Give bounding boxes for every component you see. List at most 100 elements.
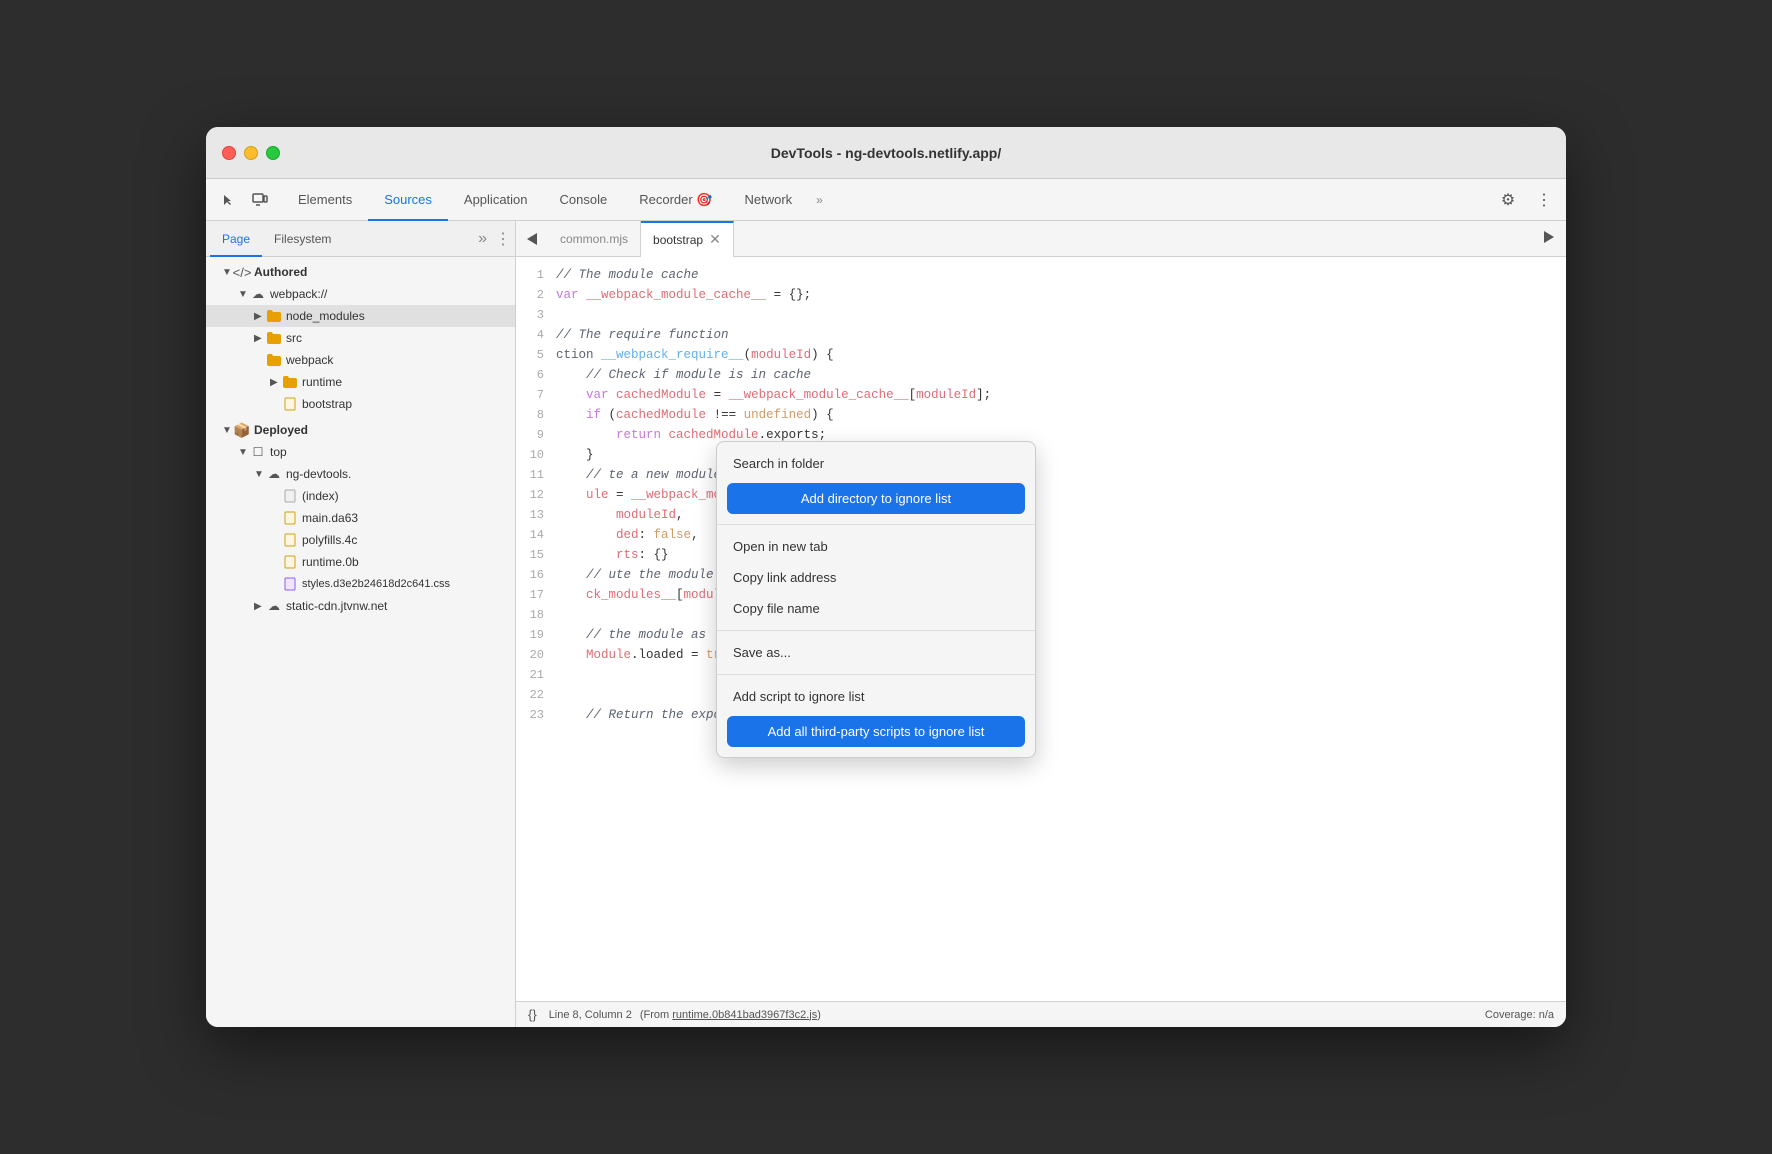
static-cdn-group[interactable]: ▶ ☁ static-cdn.jtvnw.net — [206, 595, 515, 617]
more-options-icon[interactable]: ⋮ — [1530, 186, 1558, 214]
webpack-folder[interactable]: webpack — [206, 349, 515, 371]
runtime-file[interactable]: runtime.0b — [206, 551, 515, 573]
deployed-section[interactable]: ▼ 📦 Deployed — [206, 419, 515, 441]
minimize-button[interactable] — [244, 146, 258, 160]
src-folder[interactable]: ▶ src — [206, 327, 515, 349]
styles-file[interactable]: styles.d3e2b24618d2c641.css — [206, 573, 515, 595]
search-in-folder-item[interactable]: Search in folder — [717, 448, 1035, 479]
sidebar-tab-filesystem[interactable]: Filesystem — [262, 221, 343, 257]
coverage-text: Coverage: n/a — [1485, 1009, 1554, 1021]
main-tabs: Elements Sources Application Console Rec… — [282, 179, 1494, 221]
code-line-4: 4 // The require function — [516, 325, 1566, 345]
maximize-button[interactable] — [266, 146, 280, 160]
src-arrow: ▶ — [254, 333, 266, 344]
close-tab-icon[interactable]: ✕ — [709, 231, 721, 248]
tab-network[interactable]: Network — [728, 179, 808, 221]
status-bar: {} Line 8, Column 2 (From runtime.0b841b… — [516, 1001, 1566, 1027]
open-new-tab-item[interactable]: Open in new tab — [717, 531, 1035, 562]
ctx-section-4: Add script to ignore list Add all third-… — [717, 675, 1035, 757]
top-group[interactable]: ▼ ☐ top — [206, 441, 515, 463]
code-line-21: 21 — [516, 665, 1566, 685]
ctx-section-2: Open in new tab Copy link address Copy f… — [717, 525, 1035, 631]
tab-recorder[interactable]: Recorder 🎯 — [623, 179, 728, 221]
code-line-1: 1 // The module cache — [516, 265, 1566, 285]
webpack-folder-icon — [266, 352, 282, 368]
common-mjs-tab[interactable]: common.mjs — [548, 221, 641, 257]
main-file[interactable]: main.da63 — [206, 507, 515, 529]
cursor-position: Line 8, Column 2 — [549, 1009, 632, 1021]
settings-icon[interactable]: ⚙ — [1494, 186, 1522, 214]
polyfills-file[interactable]: polyfills.4c — [206, 529, 515, 551]
polyfills-file-icon — [282, 532, 298, 548]
sidebar: Page Filesystem » ⋮ ▼ </> Authored ▼ — [206, 221, 516, 1027]
back-button[interactable] — [520, 227, 544, 251]
sidebar-tabs-more-icon[interactable]: » — [474, 230, 491, 248]
ng-devtools-group[interactable]: ▼ ☁ ng-devtools. — [206, 463, 515, 485]
context-menu: Search in folder Add directory to ignore… — [716, 441, 1036, 758]
device-icon[interactable] — [246, 186, 274, 214]
webpack-group[interactable]: ▼ ☁ webpack:// — [206, 283, 515, 305]
sidebar-more-icon[interactable]: ⋮ — [495, 229, 511, 249]
code-line-18: 18 — [516, 605, 1566, 625]
webpack-arrow: ▼ — [238, 289, 250, 300]
add-directory-ignore-button[interactable]: Add directory to ignore list — [727, 483, 1025, 514]
source-file-link[interactable]: runtime.0b841bad3967f3c2.js — [672, 1009, 817, 1021]
ctx-section-1: Search in folder Add directory to ignore… — [717, 442, 1035, 525]
webpack-cloud-icon: ☁ — [250, 286, 266, 302]
toolbar: Elements Sources Application Console Rec… — [206, 179, 1566, 221]
tab-console[interactable]: Console — [544, 179, 624, 221]
copy-link-address-item[interactable]: Copy link address — [717, 562, 1035, 593]
sidebar-tabs: Page Filesystem » ⋮ — [206, 221, 515, 257]
more-tabs-icon[interactable]: » — [808, 193, 831, 207]
main-area: Page Filesystem » ⋮ ▼ </> Authored ▼ — [206, 221, 1566, 1027]
node-modules-folder[interactable]: ▶ node_modules — [206, 305, 515, 327]
tab-elements[interactable]: Elements — [282, 179, 368, 221]
code-line-23: 23 // Return the exports of the module — [516, 705, 1566, 725]
authored-code-icon: </> — [234, 264, 250, 280]
ng-devtools-arrow: ▼ — [254, 469, 266, 480]
static-cdn-cloud-icon: ☁ — [266, 598, 282, 614]
toolbar-icons — [214, 186, 274, 214]
tab-sources[interactable]: Sources — [368, 179, 448, 221]
bootstrap-file[interactable]: bootstrap — [206, 393, 515, 415]
code-line-5: 5 ction __webpack_require__(moduleId) { — [516, 345, 1566, 365]
ctx-section-3: Save as... — [717, 631, 1035, 675]
runtime-file-icon — [282, 554, 298, 570]
top-arrow: ▼ — [238, 447, 250, 458]
add-script-ignore-item[interactable]: Add script to ignore list — [717, 681, 1035, 712]
code-line-22: 22 — [516, 685, 1566, 705]
node-modules-folder-icon — [266, 308, 282, 324]
sidebar-tab-page[interactable]: Page — [210, 221, 262, 257]
code-line-9: 9 return cachedModule.exports; — [516, 425, 1566, 445]
devtools-window: DevTools - ng-devtools.netlify.app/ Elem… — [206, 127, 1566, 1027]
editor-tabs: common.mjs bootstrap ✕ — [516, 221, 1566, 257]
runtime-folder[interactable]: ▶ runtime — [206, 371, 515, 393]
authored-section[interactable]: ▼ </> Authored — [206, 261, 515, 283]
bootstrap-tab[interactable]: bootstrap ✕ — [641, 221, 734, 257]
close-button[interactable] — [222, 146, 236, 160]
cursor-icon[interactable] — [214, 186, 242, 214]
copy-file-name-item[interactable]: Copy file name — [717, 593, 1035, 624]
editor-tab-right-icon[interactable] — [1536, 230, 1562, 248]
bootstrap-file-icon — [282, 396, 298, 412]
main-file-icon — [282, 510, 298, 526]
traffic-lights — [222, 146, 280, 160]
code-line-8: 8 if (cachedModule !== undefined) { — [516, 405, 1566, 425]
code-line-6: 6 // Check if module is in cache — [516, 365, 1566, 385]
format-icon[interactable]: {} — [528, 1007, 537, 1022]
index-file[interactable]: (index) — [206, 485, 515, 507]
toolbar-right: ⚙ ⋮ — [1494, 186, 1558, 214]
static-cdn-arrow: ▶ — [254, 601, 266, 612]
source-file: (From runtime.0b841bad3967f3c2.js) — [640, 1009, 821, 1021]
code-line-12: 12 ule = __webpack_module_cache__[module… — [516, 485, 1566, 505]
tab-application[interactable]: Application — [448, 179, 544, 221]
top-frame-icon: ☐ — [250, 444, 266, 460]
runtime-arrow: ▶ — [270, 377, 282, 388]
add-all-third-party-button[interactable]: Add all third-party scripts to ignore li… — [727, 716, 1025, 747]
save-as-item[interactable]: Save as... — [717, 637, 1035, 668]
code-area[interactable]: 1 // The module cache 2 var __webpack_mo… — [516, 257, 1566, 1001]
code-line-2: 2 var __webpack_module_cache__ = {}; — [516, 285, 1566, 305]
code-line-11: 11 // te a new module (and put it into t… — [516, 465, 1566, 485]
node-modules-arrow: ▶ — [254, 311, 266, 322]
title-bar: DevTools - ng-devtools.netlify.app/ — [206, 127, 1566, 179]
